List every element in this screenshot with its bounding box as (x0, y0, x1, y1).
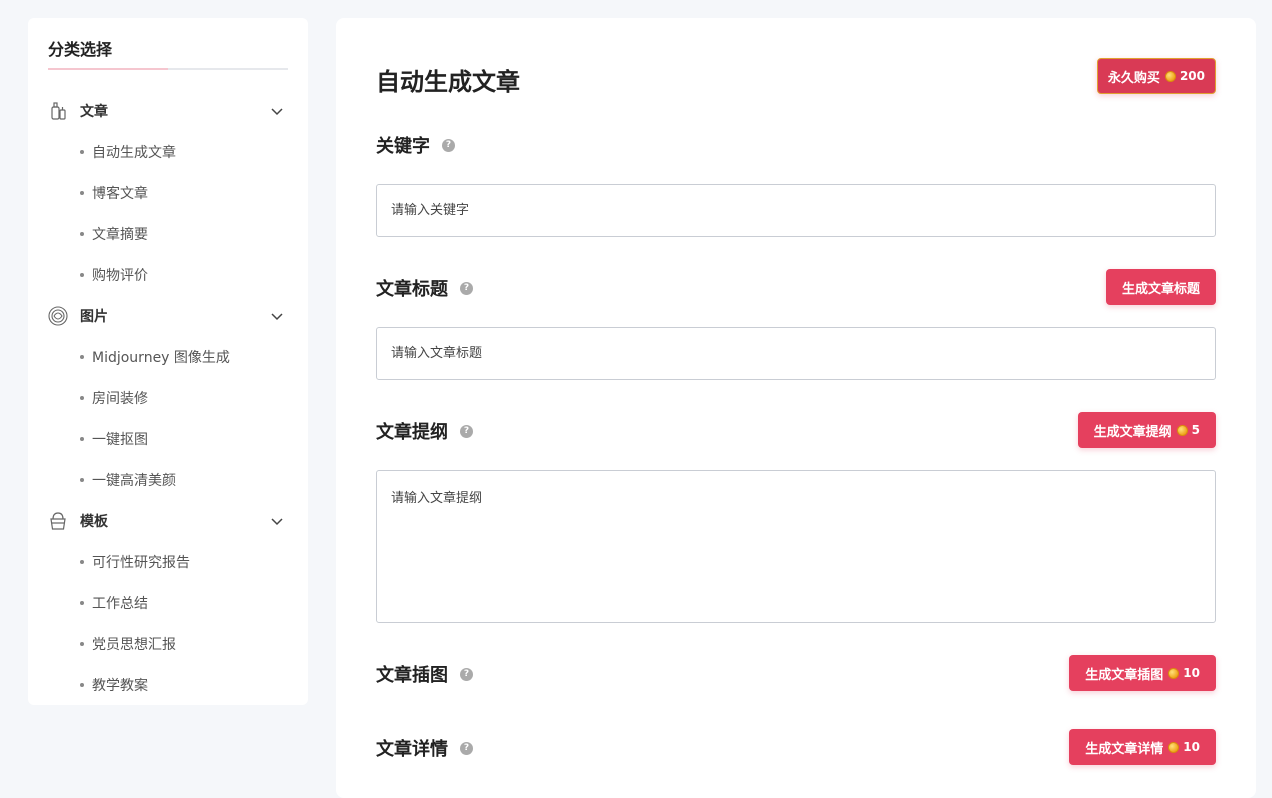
illustration-section-label: 文章插图 ? (376, 661, 473, 687)
help-icon[interactable]: ? (442, 138, 455, 152)
submenu-item[interactable]: 购物评价 (48, 254, 288, 295)
section-label-text: 关键字 (376, 136, 430, 157)
coin-cost: 200 (1179, 69, 1205, 83)
submenu-item[interactable]: 博客文章 (48, 172, 288, 213)
submenu-item[interactable]: 一键高清美颜 (48, 459, 288, 500)
help-icon[interactable]: ? (460, 281, 473, 295)
article-submenu: 自动生成文章 博客文章 文章摘要 购物评价 (48, 131, 288, 295)
basket-icon (48, 511, 68, 531)
chevron-down-icon[interactable] (270, 103, 284, 117)
submenu-label: 教学教案 (92, 677, 148, 694)
submenu-label: 一键抠图 (92, 431, 148, 448)
generate-detail-button[interactable]: 生成文章详情 10 (1069, 729, 1216, 765)
submenu-label: 文章摘要 (92, 226, 148, 243)
bullet-dot (80, 682, 84, 687)
image-submenu: Midjourney 图像生成 房间装修 一键抠图 一键高清美颜 (48, 336, 288, 500)
category-label: 图片 (80, 308, 108, 325)
bullet-dot (80, 559, 84, 564)
section-label-text: 文章标题 (376, 279, 448, 300)
bottle-icon (48, 101, 68, 121)
help-icon[interactable]: ? (460, 667, 473, 681)
bullet-dot (80, 395, 84, 400)
keyword-input[interactable] (376, 184, 1216, 237)
category-sidebar: 分类选择 文章 自动生成文章 博客文章 文章摘要 购物评价 图片 Midjour… (28, 18, 308, 705)
submenu-item[interactable]: 可行性研究报告 (48, 541, 288, 582)
detail-section-label: 文章详情 ? (376, 735, 473, 761)
bullet-dot (80, 149, 84, 154)
help-icon[interactable]: ? (460, 741, 473, 755)
section-label-text: 文章提纲 (376, 422, 448, 443)
submenu-label: 自动生成文章 (92, 144, 176, 161)
bullet-dot (80, 436, 84, 441)
page-title: 自动生成文章 (376, 68, 520, 96)
submenu-item[interactable]: 自动生成文章 (48, 131, 288, 172)
title-section-label: 文章标题 ? (376, 275, 473, 301)
main-panel: 自动生成文章 永久购买 200 关键字 ? 文章标题 ? 生成文章标题 文章提纲… (336, 18, 1256, 798)
outline-textarea[interactable] (376, 470, 1216, 623)
submenu-label: 购物评价 (92, 267, 148, 284)
section-label-text: 文章详情 (376, 739, 448, 760)
coin-icon (1168, 741, 1180, 753)
button-label: 永久购买 (1107, 70, 1160, 86)
category-label: 文章 (80, 103, 108, 120)
submenu-item[interactable]: 工作总结 (48, 582, 288, 623)
button-label: 生成文章插图 (1085, 667, 1164, 683)
coin-icon (1164, 70, 1176, 82)
submenu-label: 工作总结 (92, 595, 148, 612)
category-image[interactable]: 图片 (48, 295, 288, 336)
sidebar-title-text: 分类选择 (48, 40, 113, 59)
button-label: 生成文章详情 (1085, 741, 1164, 757)
coin-cost: 10 (1183, 666, 1200, 680)
button-label: 生成文章标题 (1121, 281, 1200, 297)
submenu-item[interactable]: 房间装修 (48, 377, 288, 418)
button-label: 生成文章提纲 (1093, 424, 1172, 440)
generate-outline-button[interactable]: 生成文章提纲 5 (1077, 412, 1216, 448)
help-icon[interactable]: ? (460, 424, 473, 438)
outline-section-label: 文章提纲 ? (376, 418, 473, 444)
submenu-label: 一键高清美颜 (92, 472, 176, 489)
coin-icon (1176, 424, 1188, 436)
generate-title-button[interactable]: 生成文章标题 (1105, 269, 1216, 305)
bullet-dot (80, 272, 84, 277)
template-submenu: 可行性研究报告 工作总结 党员思想汇报 教学教案 (48, 541, 288, 705)
category-article[interactable]: 文章 (48, 90, 288, 131)
bullet-dot (80, 190, 84, 195)
category-label: 模板 (80, 513, 108, 530)
submenu-label: 党员思想汇报 (92, 636, 176, 653)
article-title-input[interactable] (376, 327, 1216, 380)
bullet-dot (80, 600, 84, 605)
submenu-item[interactable]: Midjourney 图像生成 (48, 336, 288, 377)
submenu-item[interactable]: 文章摘要 (48, 213, 288, 254)
keyword-section-label: 关键字 ? (376, 132, 455, 158)
buy-forever-button[interactable]: 永久购买 200 (1096, 58, 1216, 94)
chevron-down-icon[interactable] (270, 308, 284, 322)
bullet-dot (80, 354, 84, 359)
coin-icon (1168, 667, 1180, 679)
chevron-down-icon[interactable] (270, 513, 284, 527)
bullet-dot (80, 231, 84, 236)
generate-illustration-button[interactable]: 生成文章插图 10 (1069, 655, 1216, 691)
bullet-dot (80, 477, 84, 482)
submenu-item[interactable]: 一键抠图 (48, 418, 288, 459)
submenu-label: 房间装修 (92, 390, 148, 407)
submenu-label: Midjourney 图像生成 (92, 349, 230, 366)
submenu-label: 可行性研究报告 (92, 554, 190, 571)
coin-cost: 5 (1191, 423, 1200, 437)
swirl-icon (48, 305, 68, 326)
section-label-text: 文章插图 (376, 665, 448, 686)
submenu-item[interactable]: 党员思想汇报 (48, 623, 288, 664)
submenu-label: 博客文章 (92, 185, 148, 202)
title-accent-line (48, 68, 168, 70)
category-template[interactable]: 模板 (48, 500, 288, 541)
bullet-dot (80, 641, 84, 646)
sidebar-title: 分类选择 (48, 36, 288, 70)
submenu-item[interactable]: 教学教案 (48, 664, 288, 705)
coin-cost: 10 (1183, 740, 1200, 754)
